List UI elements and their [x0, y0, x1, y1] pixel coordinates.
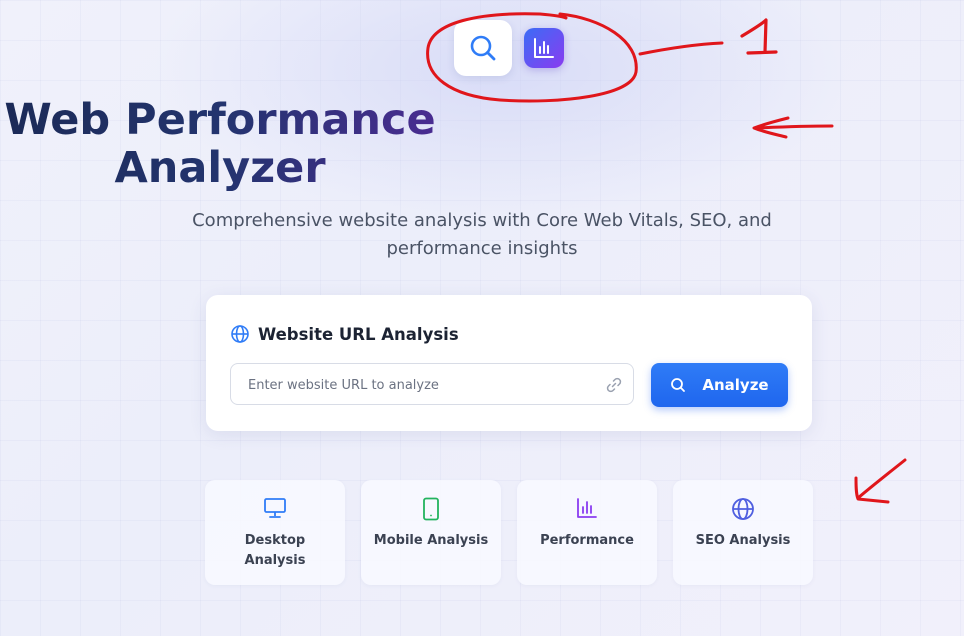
search-icon — [671, 378, 686, 392]
chart-icon-box — [524, 28, 564, 68]
monitor-icon — [264, 498, 286, 518]
analyze-button[interactable]: Analyze — [651, 363, 788, 407]
url-analysis-card: Website URL Analysis Analyze — [206, 295, 812, 431]
bar-chart-icon — [534, 38, 554, 58]
header-icons — [454, 20, 564, 76]
card-header: Website URL Analysis — [230, 324, 459, 344]
url-input-wrapper[interactable] — [230, 363, 634, 406]
annotation-arrow-features — [854, 458, 907, 504]
globe-icon — [732, 498, 754, 520]
page-title: Web Performance Analyzer — [0, 96, 440, 192]
smartphone-icon — [423, 497, 439, 521]
analyze-button-label: Analyze — [702, 376, 769, 394]
feature-label: Desktop Analysis — [244, 533, 306, 568]
search-icon — [470, 35, 496, 61]
feature-mobile-analysis[interactable]: Mobile Analysis — [361, 480, 501, 585]
globe-icon — [231, 325, 249, 343]
bar-chart-icon — [577, 498, 597, 518]
feature-desktop-analysis[interactable]: Desktop Analysis — [205, 480, 345, 585]
feature-label: SEO Analysis — [695, 533, 791, 548]
feature-seo-analysis[interactable]: SEO Analysis — [673, 480, 813, 585]
feature-performance[interactable]: Performance — [517, 480, 657, 585]
search-icon-box — [454, 20, 512, 76]
card-title: Website URL Analysis — [258, 324, 459, 344]
annotation-line-to-number — [638, 41, 724, 56]
feature-label: Mobile Analysis — [373, 533, 489, 548]
annotation-number-one — [740, 18, 778, 55]
feature-label: Performance — [540, 533, 634, 548]
page-subtitle: Comprehensive website analysis with Core… — [192, 210, 772, 259]
link-icon — [606, 377, 622, 393]
url-input[interactable] — [246, 364, 600, 406]
